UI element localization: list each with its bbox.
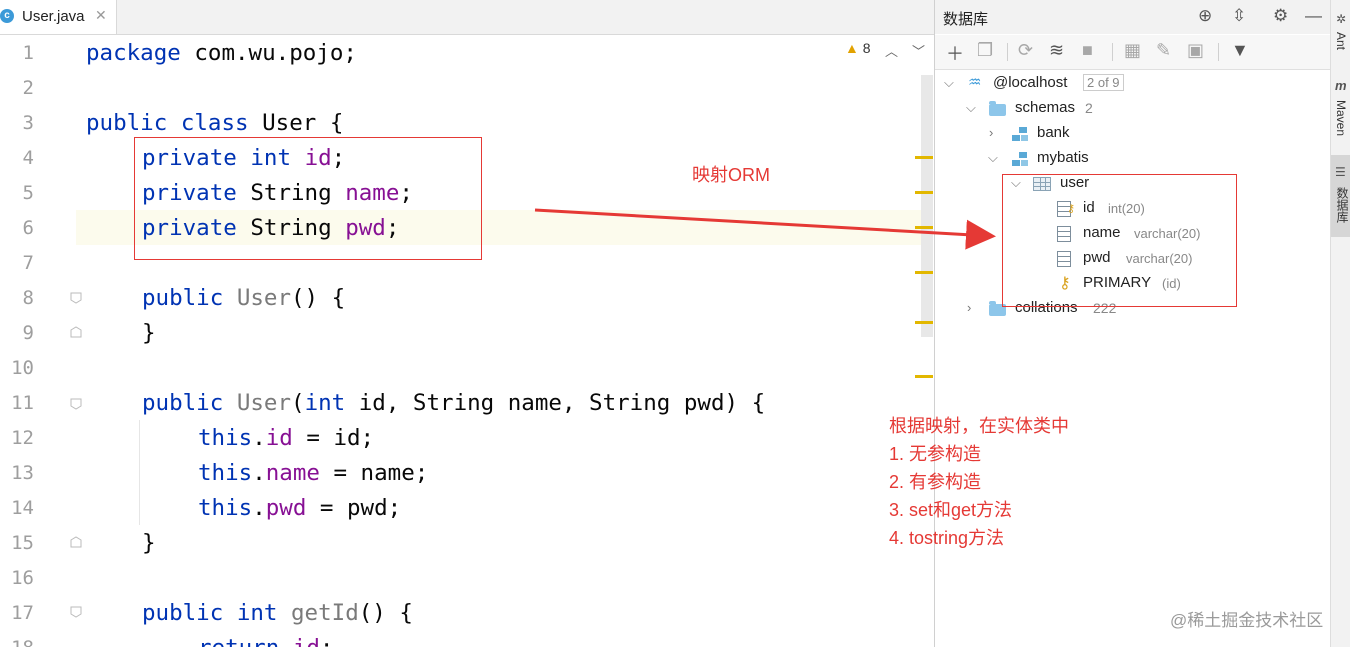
- orm-annotation: 映射ORM: [692, 165, 770, 185]
- watermark: @稀土掘金技术社区: [1170, 611, 1324, 630]
- annotation-line: 1. 无参构造: [889, 444, 982, 464]
- mapping-arrow: [534, 208, 996, 250]
- annotation-line: 根据映射，在实体类中: [889, 416, 1069, 436]
- annotation-line: 4. tostring方法: [889, 528, 1005, 548]
- annotation-line: 2. 有参构造: [889, 472, 982, 492]
- annotation-line: 3. set和get方法: [889, 500, 1013, 520]
